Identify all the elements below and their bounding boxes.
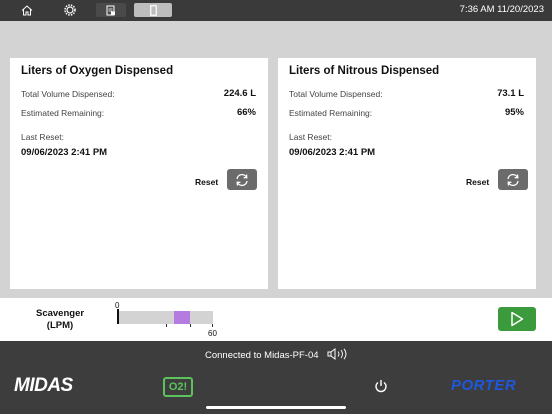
oxygen-last-reset-label: Last Reset: — [21, 132, 64, 142]
gauge-zero-marker — [117, 309, 119, 324]
tablet-icon — [149, 4, 157, 16]
speaker-muted-icon[interactable] — [327, 348, 349, 360]
scavenger-label: Scavenger (LPM) — [36, 308, 84, 332]
bottom-bar: Connected to Midas-PF-04 MIDAS O2! PORTE… — [0, 341, 552, 414]
nitrous-last-reset-value: 09/06/2023 2:41 PM — [289, 147, 376, 158]
nitrous-reset-label: Reset — [466, 177, 490, 187]
top-bar: 7:36 AM 11/20/2023 — [0, 0, 552, 21]
gear-icon — [64, 4, 76, 16]
play-icon — [511, 311, 524, 327]
clock: 7:36 AM 11/20/2023 — [459, 4, 544, 15]
gauge-tick — [166, 324, 167, 327]
document-button[interactable] — [96, 3, 126, 17]
nitrous-last-reset-label: Last Reset: — [289, 132, 332, 142]
refresh-icon — [236, 173, 248, 186]
oxygen-reset-label: Reset — [195, 177, 219, 187]
start-button[interactable] — [498, 307, 536, 331]
nitrous-card-title: Liters of Nitrous Dispensed — [289, 65, 440, 77]
home-indicator[interactable] — [206, 406, 346, 409]
oxygen-remaining-label: Estimated Remaining: — [21, 108, 105, 118]
scavenger-label-line1: Scavenger — [36, 308, 85, 319]
scavenger-strip: Scavenger (LPM) 0 60 — [0, 298, 552, 341]
document-icon — [106, 5, 115, 15]
scavenger-gauge-fill — [174, 311, 190, 324]
nitrous-total-label: Total Volume Dispensed: — [289, 89, 383, 99]
nitrous-total-value: 73.1 L — [497, 88, 524, 99]
nitrous-reset-button[interactable] — [498, 169, 528, 190]
tablet-button[interactable] — [134, 3, 172, 17]
oxygen-last-reset-value: 09/06/2023 2:41 PM — [21, 147, 108, 158]
refresh-icon — [507, 173, 519, 186]
gauge-tick — [212, 324, 213, 327]
oxygen-total-label: Total Volume Dispensed: — [21, 89, 115, 99]
oxygen-total-value: 224.6 L — [223, 88, 256, 99]
nitrous-card: Liters of Nitrous Dispensed Total Volume… — [278, 58, 536, 289]
connection-status: Connected to Midas-PF-04 — [205, 350, 319, 361]
nitrous-remaining-label: Estimated Remaining: — [289, 108, 373, 118]
o2-alarm-badge[interactable]: O2! — [163, 377, 193, 397]
settings-button[interactable] — [56, 3, 84, 17]
home-icon — [21, 4, 33, 15]
power-icon[interactable] — [374, 379, 388, 393]
gauge-tick — [190, 324, 191, 327]
midas-logo: MIDAS — [14, 375, 73, 396]
oxygen-card-title: Liters of Oxygen Dispensed — [21, 65, 174, 77]
home-button[interactable] — [14, 3, 40, 17]
panel-area: Liters of Oxygen Dispensed Total Volume … — [0, 21, 552, 298]
gauge-max-label: 60 — [208, 329, 217, 338]
scavenger-label-line2: (LPM) — [46, 320, 74, 331]
oxygen-card: Liters of Oxygen Dispensed Total Volume … — [10, 58, 268, 289]
porter-logo: PORTER — [451, 377, 517, 394]
oxygen-reset-button[interactable] — [227, 169, 257, 190]
nitrous-remaining-value: 95% — [504, 107, 524, 118]
scavenger-gauge-track — [118, 311, 213, 324]
oxygen-remaining-value: 66% — [236, 107, 256, 118]
